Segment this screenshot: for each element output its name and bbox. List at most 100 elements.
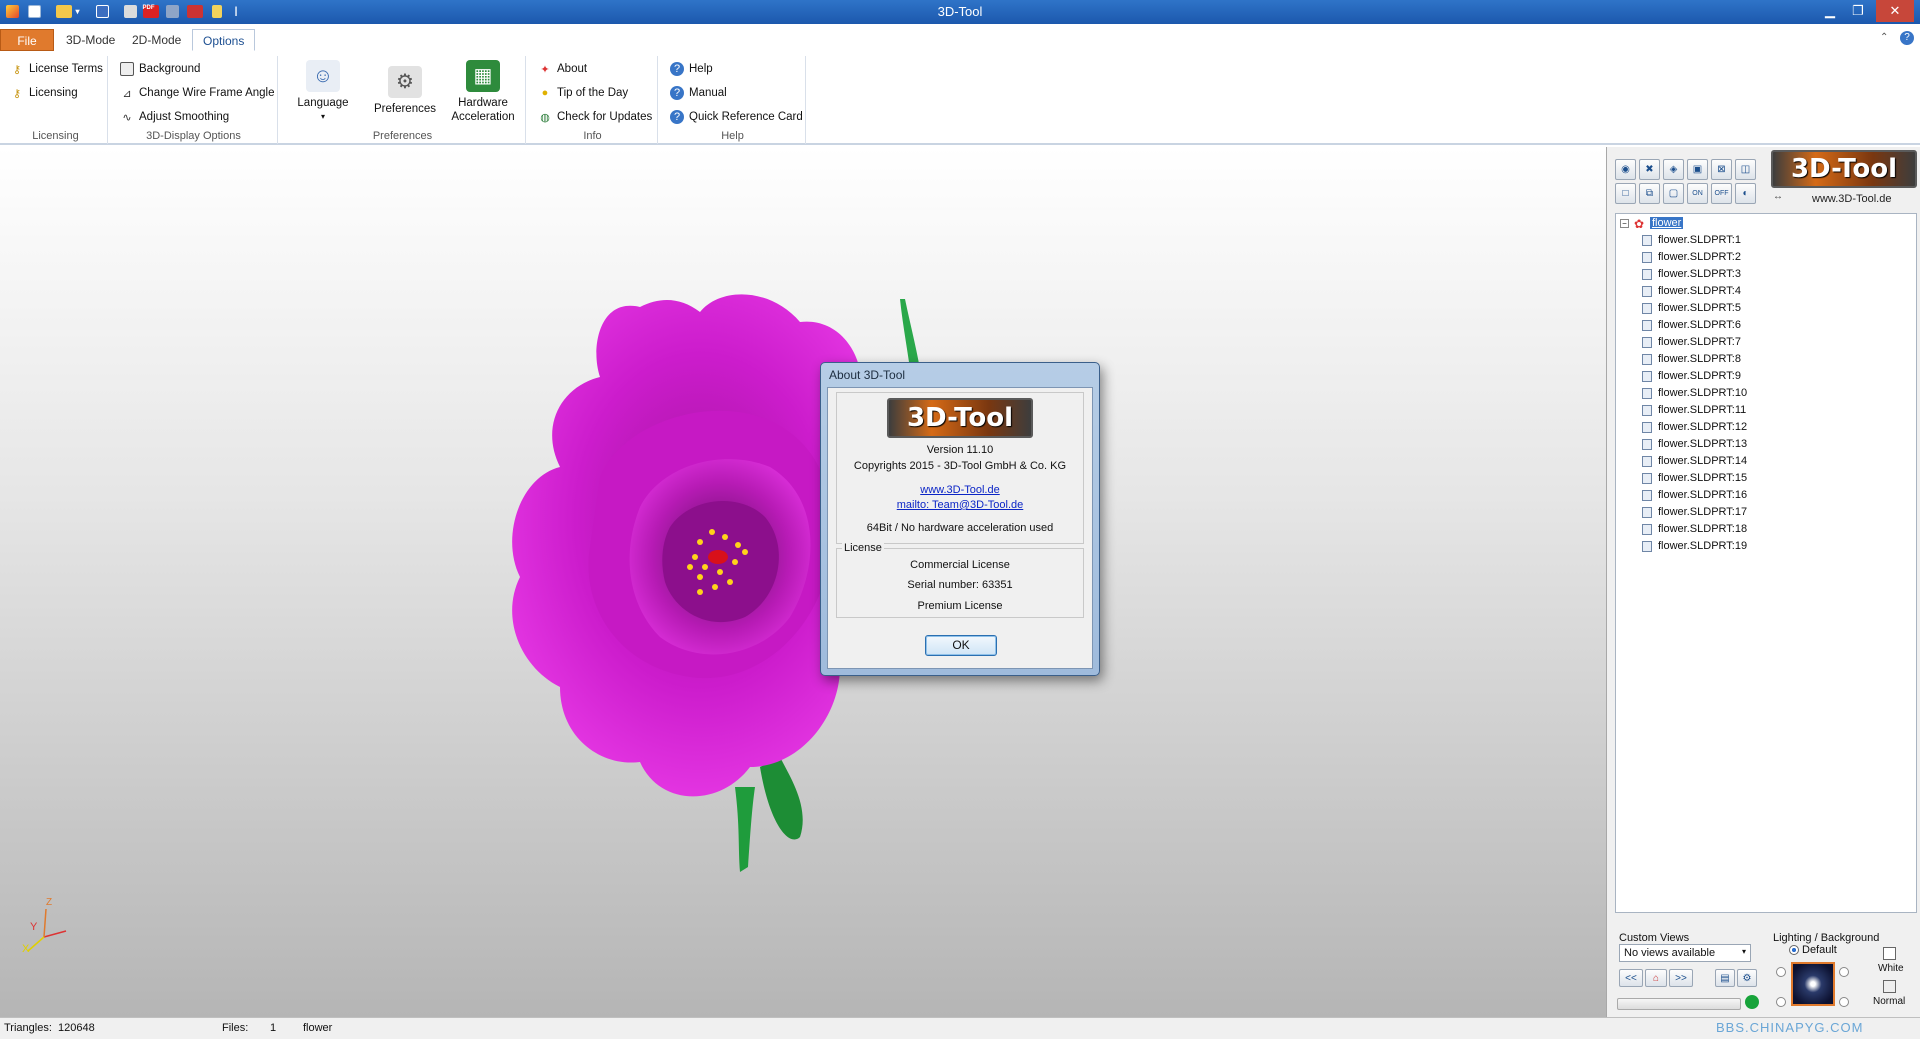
tab-3d-mode[interactable]: 3D-Mode (56, 29, 125, 51)
tree-item[interactable]: flower.SLDPRT:5 (1642, 300, 1741, 316)
tree-item[interactable]: flower.SLDPRT:9 (1642, 368, 1741, 384)
white-label: White (1878, 963, 1904, 974)
group-3d-display-options: Background ⊿ Change Wire Frame Angle ∿ Adj… (110, 56, 278, 144)
language-button[interactable]: ☺ Language ▾ (292, 60, 354, 124)
adjust-smoothing-button[interactable]: ∿ Adjust Smoothing (120, 107, 229, 127)
copy-view-icon[interactable]: ⧉ (1639, 183, 1660, 204)
tree-item[interactable]: flower.SLDPRT:2 (1642, 249, 1741, 265)
previous-view-button[interactable]: << (1619, 969, 1643, 987)
tree-item[interactable]: flower.SLDPRT:1 (1642, 232, 1741, 248)
white-background-checkbox[interactable] (1883, 947, 1896, 960)
save-view-icon[interactable]: ▤ (1715, 969, 1735, 987)
tree-item[interactable]: flower.SLDPRT:14 (1642, 453, 1747, 469)
part-icon (1642, 438, 1652, 450)
minimize-icon[interactable]: ▁ (1816, 0, 1844, 22)
key-icon: ⚷ (12, 87, 22, 100)
transparency-icon[interactable]: ◫ (1735, 159, 1756, 180)
check-for-updates-button[interactable]: ◍ Check for Updates (538, 107, 652, 127)
view-slider[interactable] (1617, 998, 1741, 1010)
close-icon[interactable]: ✕ (1876, 0, 1914, 22)
collapse-icon[interactable]: − (1620, 218, 1629, 228)
license-type-text: Commercial License (910, 559, 1010, 571)
tree-item[interactable]: flower.SLDPRT:10 (1642, 385, 1747, 401)
normal-checkbox[interactable] (1883, 980, 1896, 993)
tip-of-the-day-button[interactable]: ● Tip of the Day (538, 83, 629, 103)
tree-item[interactable]: flower.SLDPRT:6 (1642, 317, 1741, 333)
next-view-button[interactable]: >> (1669, 969, 1693, 987)
frame-icon[interactable]: ▢ (1663, 183, 1684, 204)
lighting-preview[interactable] (1791, 962, 1835, 1006)
group-licensing: ⚷ License Terms ⚷ Licensing Licensing (4, 56, 108, 144)
part-icon (1642, 506, 1652, 518)
delete-icon[interactable]: ⊠ (1711, 159, 1732, 180)
isolate-icon[interactable]: ▣ (1687, 159, 1708, 180)
box-view-icon[interactable]: □ (1615, 183, 1636, 204)
collapse-ribbon-icon[interactable]: ⌃ (1880, 32, 1888, 43)
split-arrows-icon[interactable]: ↔ (1773, 191, 1783, 202)
lighting-option-radio[interactable] (1839, 997, 1849, 1007)
3d-viewport[interactable]: Z Y X (0, 147, 1606, 1017)
tree-item[interactable]: flower.SLDPRT:12 (1642, 419, 1747, 435)
off-icon[interactable]: OFF (1711, 183, 1732, 204)
tree-item[interactable]: flower.SLDPRT:8 (1642, 351, 1741, 367)
on-icon[interactable]: ON (1687, 183, 1708, 204)
quick-reference-card-button[interactable]: ? Quick Reference Card (670, 107, 803, 127)
restore-icon[interactable]: ❐ (1844, 0, 1872, 22)
tree-item-label: flower.SLDPRT:4 (1658, 285, 1741, 297)
tree-item[interactable]: flower.SLDPRT:13 (1642, 436, 1747, 452)
change-wire-frame-angle-button[interactable]: ⊿ Change Wire Frame Angle (120, 83, 274, 103)
help-icon: ? (670, 110, 684, 124)
lighting-option-radio[interactable] (1776, 997, 1786, 1007)
x-axis-label: X (22, 943, 30, 955)
hardware-acceleration-button[interactable]: ▦ Hardware Acceleration (446, 60, 520, 124)
email-link[interactable]: mailto: Team@3D-Tool.de (897, 499, 1024, 511)
show-all-icon[interactable]: ◈ (1663, 159, 1684, 180)
tree-item-label: flower.SLDPRT:16 (1658, 489, 1748, 501)
tree-item[interactable]: flower.SLDPRT:3 (1642, 266, 1741, 282)
tree-item[interactable]: flower.SLDPRT:15 (1642, 470, 1747, 486)
lighting-option-radio[interactable] (1839, 967, 1849, 977)
help-icon[interactable]: ? (1900, 31, 1914, 45)
tab-options[interactable]: Options (192, 29, 256, 51)
home-view-icon[interactable]: ⌂ (1645, 969, 1667, 987)
panel-website: www.3D-Tool.de (1812, 193, 1892, 205)
website-link[interactable]: www.3D-Tool.de (920, 484, 999, 496)
tab-2d-mode[interactable]: 2D-Mode (122, 29, 191, 51)
licensing-button[interactable]: ⚷ Licensing (10, 83, 78, 103)
y-axis-label: Y (30, 921, 38, 933)
group-info: ✦ About ● Tip of the Day ◍ Check for Update… (528, 56, 658, 144)
about-button[interactable]: ✦ About (538, 59, 587, 79)
ok-button[interactable]: OK (925, 635, 997, 656)
flower-model[interactable] (0, 147, 1606, 1017)
show-icon[interactable]: ◉ (1615, 159, 1636, 180)
tree-item[interactable]: flower.SLDPRT:17 (1642, 504, 1747, 520)
hide-icon[interactable]: ✖ (1639, 159, 1660, 180)
background-button[interactable]: Background (120, 59, 200, 79)
help-button[interactable]: ? Help (670, 59, 713, 79)
license-terms-button[interactable]: ⚷ License Terms (10, 59, 103, 79)
tree-item[interactable]: flower.SLDPRT:19 (1642, 538, 1747, 554)
part-icon (1642, 387, 1652, 399)
color-icon[interactable]: ◐ (1735, 183, 1756, 204)
preferences-button[interactable]: ⚙ Preferences (372, 66, 438, 116)
tree-item[interactable]: flower.SLDPRT:16 (1642, 487, 1747, 503)
assembly-tree[interactable]: − ✿ flower flower.SLDPRT:1 flower.SLDPRT:… (1615, 213, 1917, 913)
tree-item-label: flower.SLDPRT:10 (1658, 387, 1748, 399)
chevron-down-icon: ▾ (320, 112, 325, 121)
manage-views-icon[interactable]: ⚙ (1737, 969, 1757, 987)
build-info-text: 64Bit / No hardware acceleration used (866, 522, 1054, 534)
lighting-default-radio[interactable]: Default (1789, 944, 1837, 956)
part-icon (1642, 421, 1652, 433)
tree-item[interactable]: flower.SLDPRT:7 (1642, 334, 1741, 350)
tree-item[interactable]: flower.SLDPRT:4 (1642, 283, 1741, 299)
wireframe-icon: ⊿ (122, 87, 132, 100)
about-icon: ✦ (540, 63, 550, 76)
group-label: 3D-Display Options (146, 130, 241, 142)
tree-item[interactable]: flower.SLDPRT:11 (1642, 402, 1746, 418)
tree-item[interactable]: flower.SLDPRT:18 (1642, 521, 1747, 537)
lighting-option-radio[interactable] (1776, 967, 1786, 977)
tree-root[interactable]: − ✿ flower (1620, 215, 1684, 231)
manual-button[interactable]: ? Manual (670, 83, 727, 103)
tab-file[interactable]: File (0, 29, 54, 51)
custom-views-select[interactable]: No views available ▾ (1619, 944, 1751, 962)
